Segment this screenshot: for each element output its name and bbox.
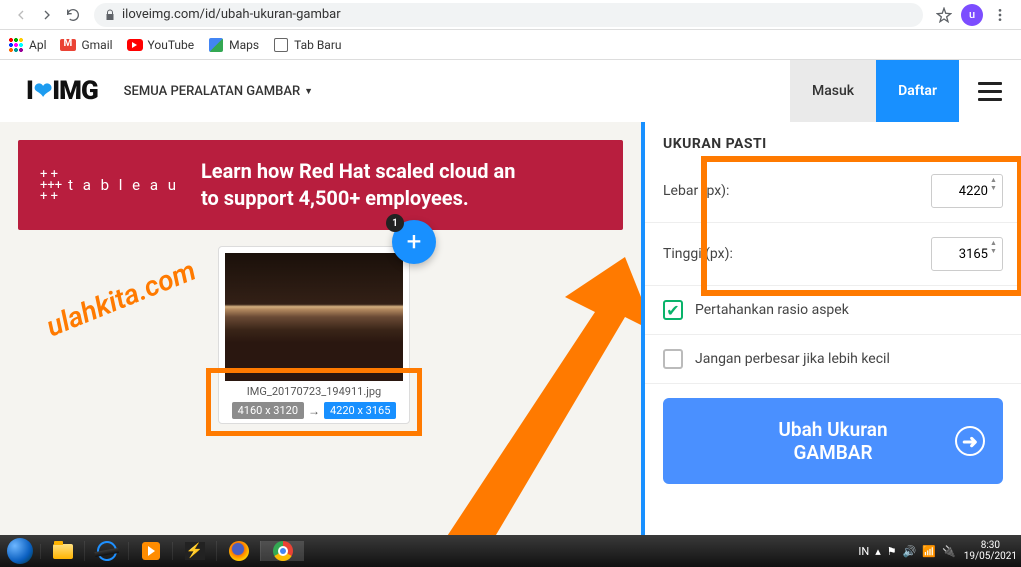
wmp-icon (142, 542, 160, 560)
gmail-icon (60, 37, 76, 53)
bookmark-gmail[interactable]: Gmail (60, 37, 112, 53)
apps-grid-icon (8, 37, 24, 53)
resize-panel: UKURAN PASTI Lebar (px): ▲▼ Tinggi (px):… (641, 122, 1021, 535)
lock-icon (104, 9, 116, 21)
arrow-right-icon: → (308, 404, 320, 418)
no-enlarge-label: Jangan perbesar jika lebih kecil (695, 351, 1003, 367)
no-enlarge-checkbox[interactable]: ✔ (663, 349, 683, 369)
address-bar[interactable]: iloveimg.com/id/ubah-ukuran-gambar (94, 3, 923, 27)
tableau-cross-icon: + +++++ + (40, 169, 62, 202)
tray-lang[interactable]: IN (858, 545, 869, 558)
system-tray[interactable]: IN ▴ ⚑ 🔊 📶 🔌 (858, 545, 955, 558)
tray-up-icon[interactable]: ▴ (875, 545, 881, 558)
width-label: Lebar (px): (663, 183, 931, 199)
bookmark-apps[interactable]: Apl (8, 37, 46, 53)
taskbar-explorer[interactable] (40, 544, 84, 559)
file-count-badge: 1 (386, 214, 404, 232)
keep-ratio-label: Pertahankan rasio aspek (695, 302, 1003, 318)
height-row: Tinggi (px): ▲▼ (645, 223, 1021, 286)
firefox-icon (229, 541, 249, 561)
image-thumbnail (225, 253, 403, 381)
app-header: I❤IMG SEMUA PERALATAN GAMBAR▼ Masuk Daft… (0, 60, 1021, 122)
newtab-icon (273, 37, 289, 53)
keep-ratio-row[interactable]: ✔ Pertahankan rasio aspek (645, 286, 1021, 335)
height-label: Tinggi (px): (663, 246, 931, 262)
tray-flag-icon[interactable]: ⚑ (887, 545, 897, 558)
tools-dropdown[interactable]: SEMUA PERALATAN GAMBAR▼ (124, 84, 313, 99)
windows-taskbar: ⚡ IN ▴ ⚑ 🔊 📶 🔌 8:30 19/05/2021 (0, 535, 1021, 567)
start-button[interactable] (0, 538, 40, 564)
maps-icon (208, 37, 224, 53)
signup-button[interactable]: Daftar (876, 60, 959, 122)
watermark: ulahkita.com (42, 254, 201, 344)
canvas-area: + +++++ + t a b l e a u Learn how Red Ha… (0, 122, 641, 535)
ie-icon (95, 539, 118, 562)
browser-toolbar: iloveimg.com/id/ubah-ukuran-gambar u (0, 0, 1021, 30)
nav-forward-button[interactable] (34, 2, 60, 28)
login-button[interactable]: Masuk (790, 60, 876, 122)
tray-network-icon[interactable]: 📶 (922, 545, 936, 558)
youtube-icon (127, 37, 143, 53)
tray-action-icon[interactable]: 🔌 (942, 545, 956, 558)
ad-brand: + +++++ + t a b l e a u (40, 169, 179, 202)
menu-button[interactable] (959, 60, 1021, 122)
resize-cta-button[interactable]: Ubah Ukuran GAMBAR ➜ (663, 398, 1003, 484)
bookmarks-bar: Apl Gmail YouTube Maps Tab Baru (0, 30, 1021, 60)
taskbar-clock[interactable]: 8:30 19/05/2021 (964, 540, 1017, 563)
bookmark-newtab[interactable]: Tab Baru (273, 37, 341, 53)
arrow-circle-icon: ➜ (955, 426, 985, 456)
height-spinner[interactable]: ▲▼ (990, 239, 1001, 269)
size-new: 4220 x 3165 (324, 402, 396, 419)
bookmark-youtube[interactable]: YouTube (127, 37, 195, 53)
width-spinner[interactable]: ▲▼ (990, 176, 1001, 206)
taskbar-firefox[interactable] (216, 541, 260, 561)
folder-icon (53, 544, 73, 559)
caret-down-icon: ▼ (304, 86, 313, 97)
size-original: 4160 x 3120 (232, 402, 304, 419)
taskbar-ie[interactable] (84, 541, 128, 561)
nav-reload-button[interactable] (60, 2, 86, 28)
width-row: Lebar (px): ▲▼ (645, 160, 1021, 223)
panel-title: UKURAN PASTI (645, 122, 1021, 160)
bookmark-maps[interactable]: Maps (208, 37, 259, 53)
image-card[interactable]: IMG_20170723_194911.jpg 4160 x 3120 → 42… (218, 246, 410, 424)
winamp-icon: ⚡ (185, 542, 205, 560)
bookmark-star-button[interactable] (931, 2, 957, 28)
keep-ratio-checkbox[interactable]: ✔ (663, 300, 683, 320)
nav-back-button[interactable] (8, 2, 34, 28)
windows-orb-icon (7, 538, 33, 564)
taskbar-winamp[interactable]: ⚡ (172, 542, 216, 560)
url-text: iloveimg.com/id/ubah-ukuran-gambar (122, 7, 341, 22)
browser-menu-button[interactable] (987, 2, 1013, 28)
tray-volume-icon[interactable]: 🔊 (903, 545, 917, 558)
heart-icon: ❤ (34, 79, 51, 104)
plus-icon: + (407, 227, 422, 257)
profile-avatar[interactable]: u (961, 4, 983, 26)
app-logo[interactable]: I❤IMG (26, 76, 98, 106)
taskbar-wmp[interactable] (128, 542, 172, 560)
taskbar-chrome[interactable] (260, 541, 304, 561)
no-enlarge-row[interactable]: ✔ Jangan perbesar jika lebih kecil (645, 335, 1021, 384)
size-row: 4160 x 3120 → 4220 x 3165 (225, 402, 403, 419)
ad-text: Learn how Red Hat scaled cloud an to sup… (201, 158, 515, 212)
file-name: IMG_20170723_194911.jpg (225, 385, 403, 398)
annotation-arrow (400, 222, 641, 535)
chrome-icon (273, 541, 293, 561)
add-image-button[interactable]: + 1 (392, 220, 436, 264)
ad-banner[interactable]: + +++++ + t a b l e a u Learn how Red Ha… (18, 140, 623, 230)
